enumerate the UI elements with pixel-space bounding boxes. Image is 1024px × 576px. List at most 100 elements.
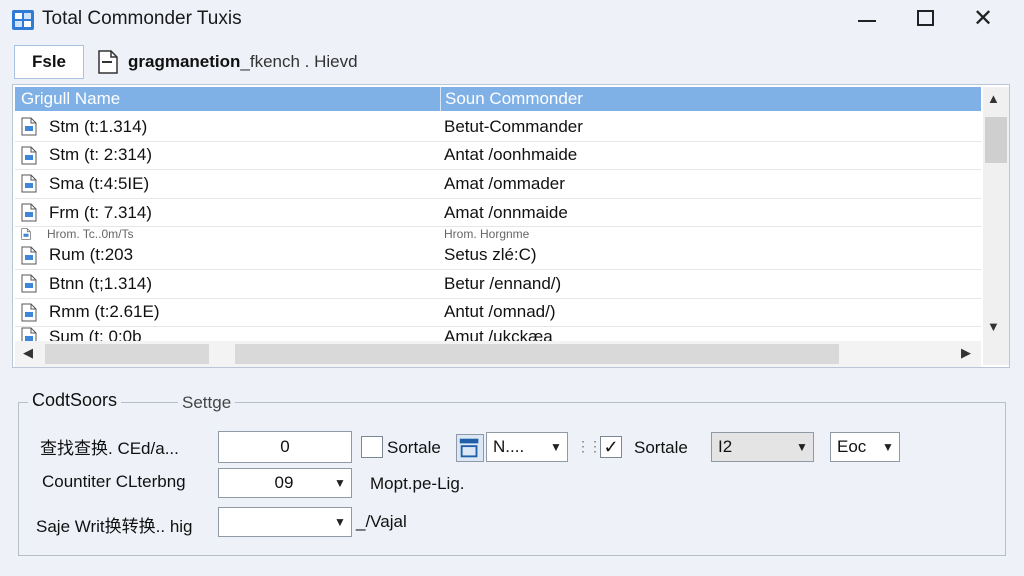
counter-select[interactable]: 09 ▼ (218, 468, 352, 498)
file-icon (21, 246, 37, 265)
commander-cell: Amut /ukckæa (444, 326, 553, 341)
type-select-value: N.... (493, 437, 525, 456)
file-name: Btnn (t;1.314) (49, 273, 153, 293)
app-icon (12, 10, 34, 30)
table-row[interactable]: Hrom. Tc..0m/Ts Hrom. Horgnme (15, 227, 981, 241)
name-cell: Stm (t: 2:314) (15, 145, 443, 165)
path-bold: gragmanetion (128, 52, 241, 71)
table-row[interactable]: Stm (t: 2:314) Antat /oonhmaide (15, 142, 981, 171)
name-cell: Rum (t:203 (15, 245, 443, 265)
file-name: Rum (t:203 (49, 245, 134, 265)
scroll-right-icon[interactable]: ▶ (961, 345, 971, 361)
chevron-down-icon: ▼ (550, 440, 562, 454)
save-write-label: Saje Writ换转换.. hig (36, 517, 193, 536)
file-icon (21, 327, 37, 341)
table-row[interactable]: Rum (t:203 Setus zlé:C) (15, 241, 981, 270)
commander-cell: Betur /ennand/) (444, 273, 562, 293)
file-name: Stm (t: 2:314) (49, 145, 152, 165)
close-button[interactable]: ✕ (954, 0, 1012, 36)
list-header: Grigull Name Soun Commonder (15, 87, 981, 111)
file-name: Frm (t: 7.314) (49, 202, 152, 222)
sortable-label-2: Sortale (634, 438, 688, 457)
horizontal-scrollbar[interactable]: ◀ ▶ (15, 341, 981, 367)
chevron-down-icon: ▼ (796, 440, 808, 454)
layout-icon[interactable] (456, 434, 484, 462)
file-list-panel: Grigull Name Soun Commonder Stm (t:1.314… (12, 84, 1010, 368)
sortable-checkbox-2[interactable]: ✓ (600, 436, 622, 458)
settings-group-subtitle: Settge (178, 393, 236, 413)
horizontal-scroll-thumb[interactable] (45, 344, 209, 364)
name-cell: Rmm (t:2.61E) (15, 302, 443, 322)
file-name: Sma (t:4:5IE) (49, 173, 150, 193)
horizontal-scroll-track-segment[interactable] (235, 344, 839, 364)
file-icon (21, 117, 37, 136)
title-bar: Total Commonder Tuxis ✕ (0, 0, 1024, 40)
file-name: Stm (t:1.314) (49, 116, 148, 136)
settings-group-title: CodtSoors (28, 390, 122, 411)
name-cell: Sma (t:4:5IE) (15, 174, 443, 194)
path-breadcrumb[interactable]: gragmanetion_fkench . Hievd (128, 52, 358, 72)
minimize-icon (858, 20, 876, 22)
save-write-select[interactable]: ▼ (218, 507, 352, 537)
size-select[interactable]: I2 ▼ (711, 432, 814, 462)
search-replace-input[interactable]: 0 (218, 431, 352, 463)
file-icon (21, 146, 37, 165)
file-list: Stm (t:1.314) Betut-Commander Stm (t: 2:31… (15, 113, 981, 341)
search-replace-label: 查找查换. CEd/a... (40, 439, 179, 458)
scroll-down-icon[interactable]: ▼ (987, 319, 1000, 334)
file-name: Rmm (t:2.61E) (49, 302, 160, 322)
file-icon (21, 274, 37, 293)
name-cell: Hrom. Tc..0m/Ts (15, 227, 443, 241)
commander-cell: Amat /onnmaide (444, 202, 568, 222)
sortable-checkbox-1[interactable] (361, 436, 383, 458)
chevron-down-icon: ▼ (334, 476, 346, 490)
vertical-scrollbar[interactable]: ▲ ▼ (983, 87, 1009, 365)
table-row[interactable]: Stm (t:1.314) Betut-Commander (15, 113, 981, 142)
type-select[interactable]: N.... ▼ (486, 432, 568, 462)
path-rest: _fkench . Hievd (240, 52, 358, 71)
encoding-select[interactable]: Eoc ▼ (830, 432, 900, 462)
chevron-down-icon: ▼ (882, 440, 894, 454)
chevron-down-icon: ▼ (334, 515, 346, 529)
maximize-button[interactable] (896, 0, 954, 36)
column-header-commander[interactable]: Soun Commonder (441, 87, 981, 111)
file-icon (21, 303, 37, 322)
file-icon (21, 174, 37, 193)
commander-cell: Antat /oonhmaide (444, 145, 578, 165)
table-row[interactable]: Frm (t: 7.314) Amat /onnmaide (15, 199, 981, 228)
table-row[interactable]: Sma (t:4:5IE) Amat /ommader (15, 170, 981, 199)
file-menu-button[interactable]: Fsle (14, 45, 84, 79)
scroll-left-icon[interactable]: ◀ (23, 345, 33, 361)
size-select-value: I2 (718, 437, 733, 456)
name-cell: Btnn (t;1.314) (15, 274, 443, 294)
commander-cell: Amat /ommader (444, 173, 565, 193)
minimize-button[interactable] (838, 0, 896, 36)
commander-cell: Setus zlé:C) (444, 245, 537, 265)
file-name: Sum (t: 0:0b (49, 326, 142, 341)
name-cell: Sum (t: 0:0b (15, 327, 443, 341)
save-write-note: _/Vajal (356, 512, 407, 531)
table-row[interactable]: Sum (t: 0:0b Amut /ukckæa (15, 327, 981, 341)
name-cell: Stm (t:1.314) (15, 117, 443, 137)
counter-note: Mopt.pe-Lig. (370, 474, 465, 493)
table-row[interactable]: Btnn (t;1.314) Betur /ennand/) (15, 270, 981, 299)
document-icon (98, 50, 118, 74)
sortable-label-1: Sortale (387, 438, 441, 457)
commander-cell: Betut-Commander (444, 116, 583, 136)
vertical-scroll-thumb[interactable] (985, 117, 1007, 163)
file-icon (21, 228, 31, 240)
column-header-name[interactable]: Grigull Name (15, 87, 441, 111)
file-name: Hrom. Tc..0m/Ts (47, 227, 134, 242)
table-row[interactable]: Rmm (t:2.61E) Antut /omnad/) (15, 299, 981, 328)
counter-label: Countiter CLterbng (42, 472, 186, 491)
encoding-select-value: Eoc (837, 437, 867, 456)
maximize-icon (916, 10, 934, 26)
file-icon (21, 203, 37, 222)
scroll-up-icon[interactable]: ▲ (987, 91, 1000, 106)
name-cell: Frm (t: 7.314) (15, 203, 443, 223)
commander-cell: Hrom. Horgnme (444, 227, 530, 242)
close-icon: ✕ (972, 4, 994, 32)
window-title: Total Commonder Tuxis (42, 8, 242, 29)
counter-select-value: 09 (274, 473, 294, 492)
commander-cell: Antut /omnad/) (444, 302, 556, 322)
